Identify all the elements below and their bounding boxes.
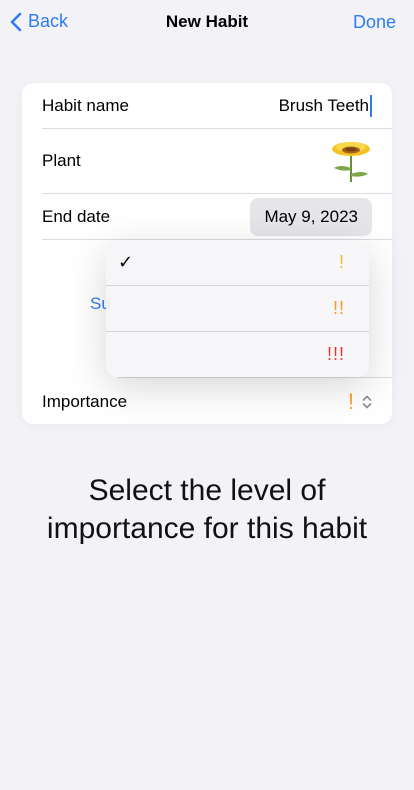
instruction-line-1: Select the level of xyxy=(88,474,326,507)
habit-name-value: Brush Teeth xyxy=(278,95,369,115)
habit-name-input[interactable]: Brush Teeth xyxy=(278,94,372,117)
importance-option-low[interactable]: ✓ ! xyxy=(106,240,369,285)
chevron-up-down-icon xyxy=(362,395,372,408)
importance-value: ! xyxy=(347,388,354,414)
importance-dropdown-menu: ✓ ! !! !!! xyxy=(106,240,369,377)
habit-name-label: Habit name xyxy=(42,95,129,115)
end-date-row[interactable]: End date May 9, 2023 xyxy=(42,194,392,239)
importance-option-high[interactable]: !!! xyxy=(106,332,369,377)
importance-option-label: !!! xyxy=(326,344,345,364)
importance-option-label: ! xyxy=(338,252,345,272)
habit-name-row[interactable]: Habit name Brush Teeth xyxy=(42,83,392,128)
divider xyxy=(118,377,392,378)
importance-label: Importance xyxy=(42,391,128,411)
end-date-value[interactable]: May 9, 2023 xyxy=(250,197,372,236)
end-date-picker[interactable]: May 9, 2023 xyxy=(250,197,372,236)
text-caret xyxy=(370,94,372,117)
importance-row[interactable]: Importance ! xyxy=(42,379,392,424)
navigation-bar: Back New Habit Done xyxy=(0,0,414,46)
importance-option-medium[interactable]: !! xyxy=(106,286,369,331)
importance-selector[interactable]: ! xyxy=(348,389,372,415)
plant-label: Plant xyxy=(42,151,81,170)
plant-picker[interactable] xyxy=(330,138,372,184)
end-date-label: End date xyxy=(42,206,111,226)
importance-option-label: !! xyxy=(332,298,345,318)
page-title: New Habit xyxy=(165,12,249,31)
done-button[interactable]: Done xyxy=(353,12,396,33)
instruction-line-2: importance for this habit xyxy=(46,512,368,545)
sunflower-icon xyxy=(332,142,370,182)
checkmark-icon: ✓ xyxy=(118,252,134,273)
instruction-text: Select the level of importance for this … xyxy=(0,472,414,548)
plant-row[interactable]: Plant xyxy=(42,129,392,193)
